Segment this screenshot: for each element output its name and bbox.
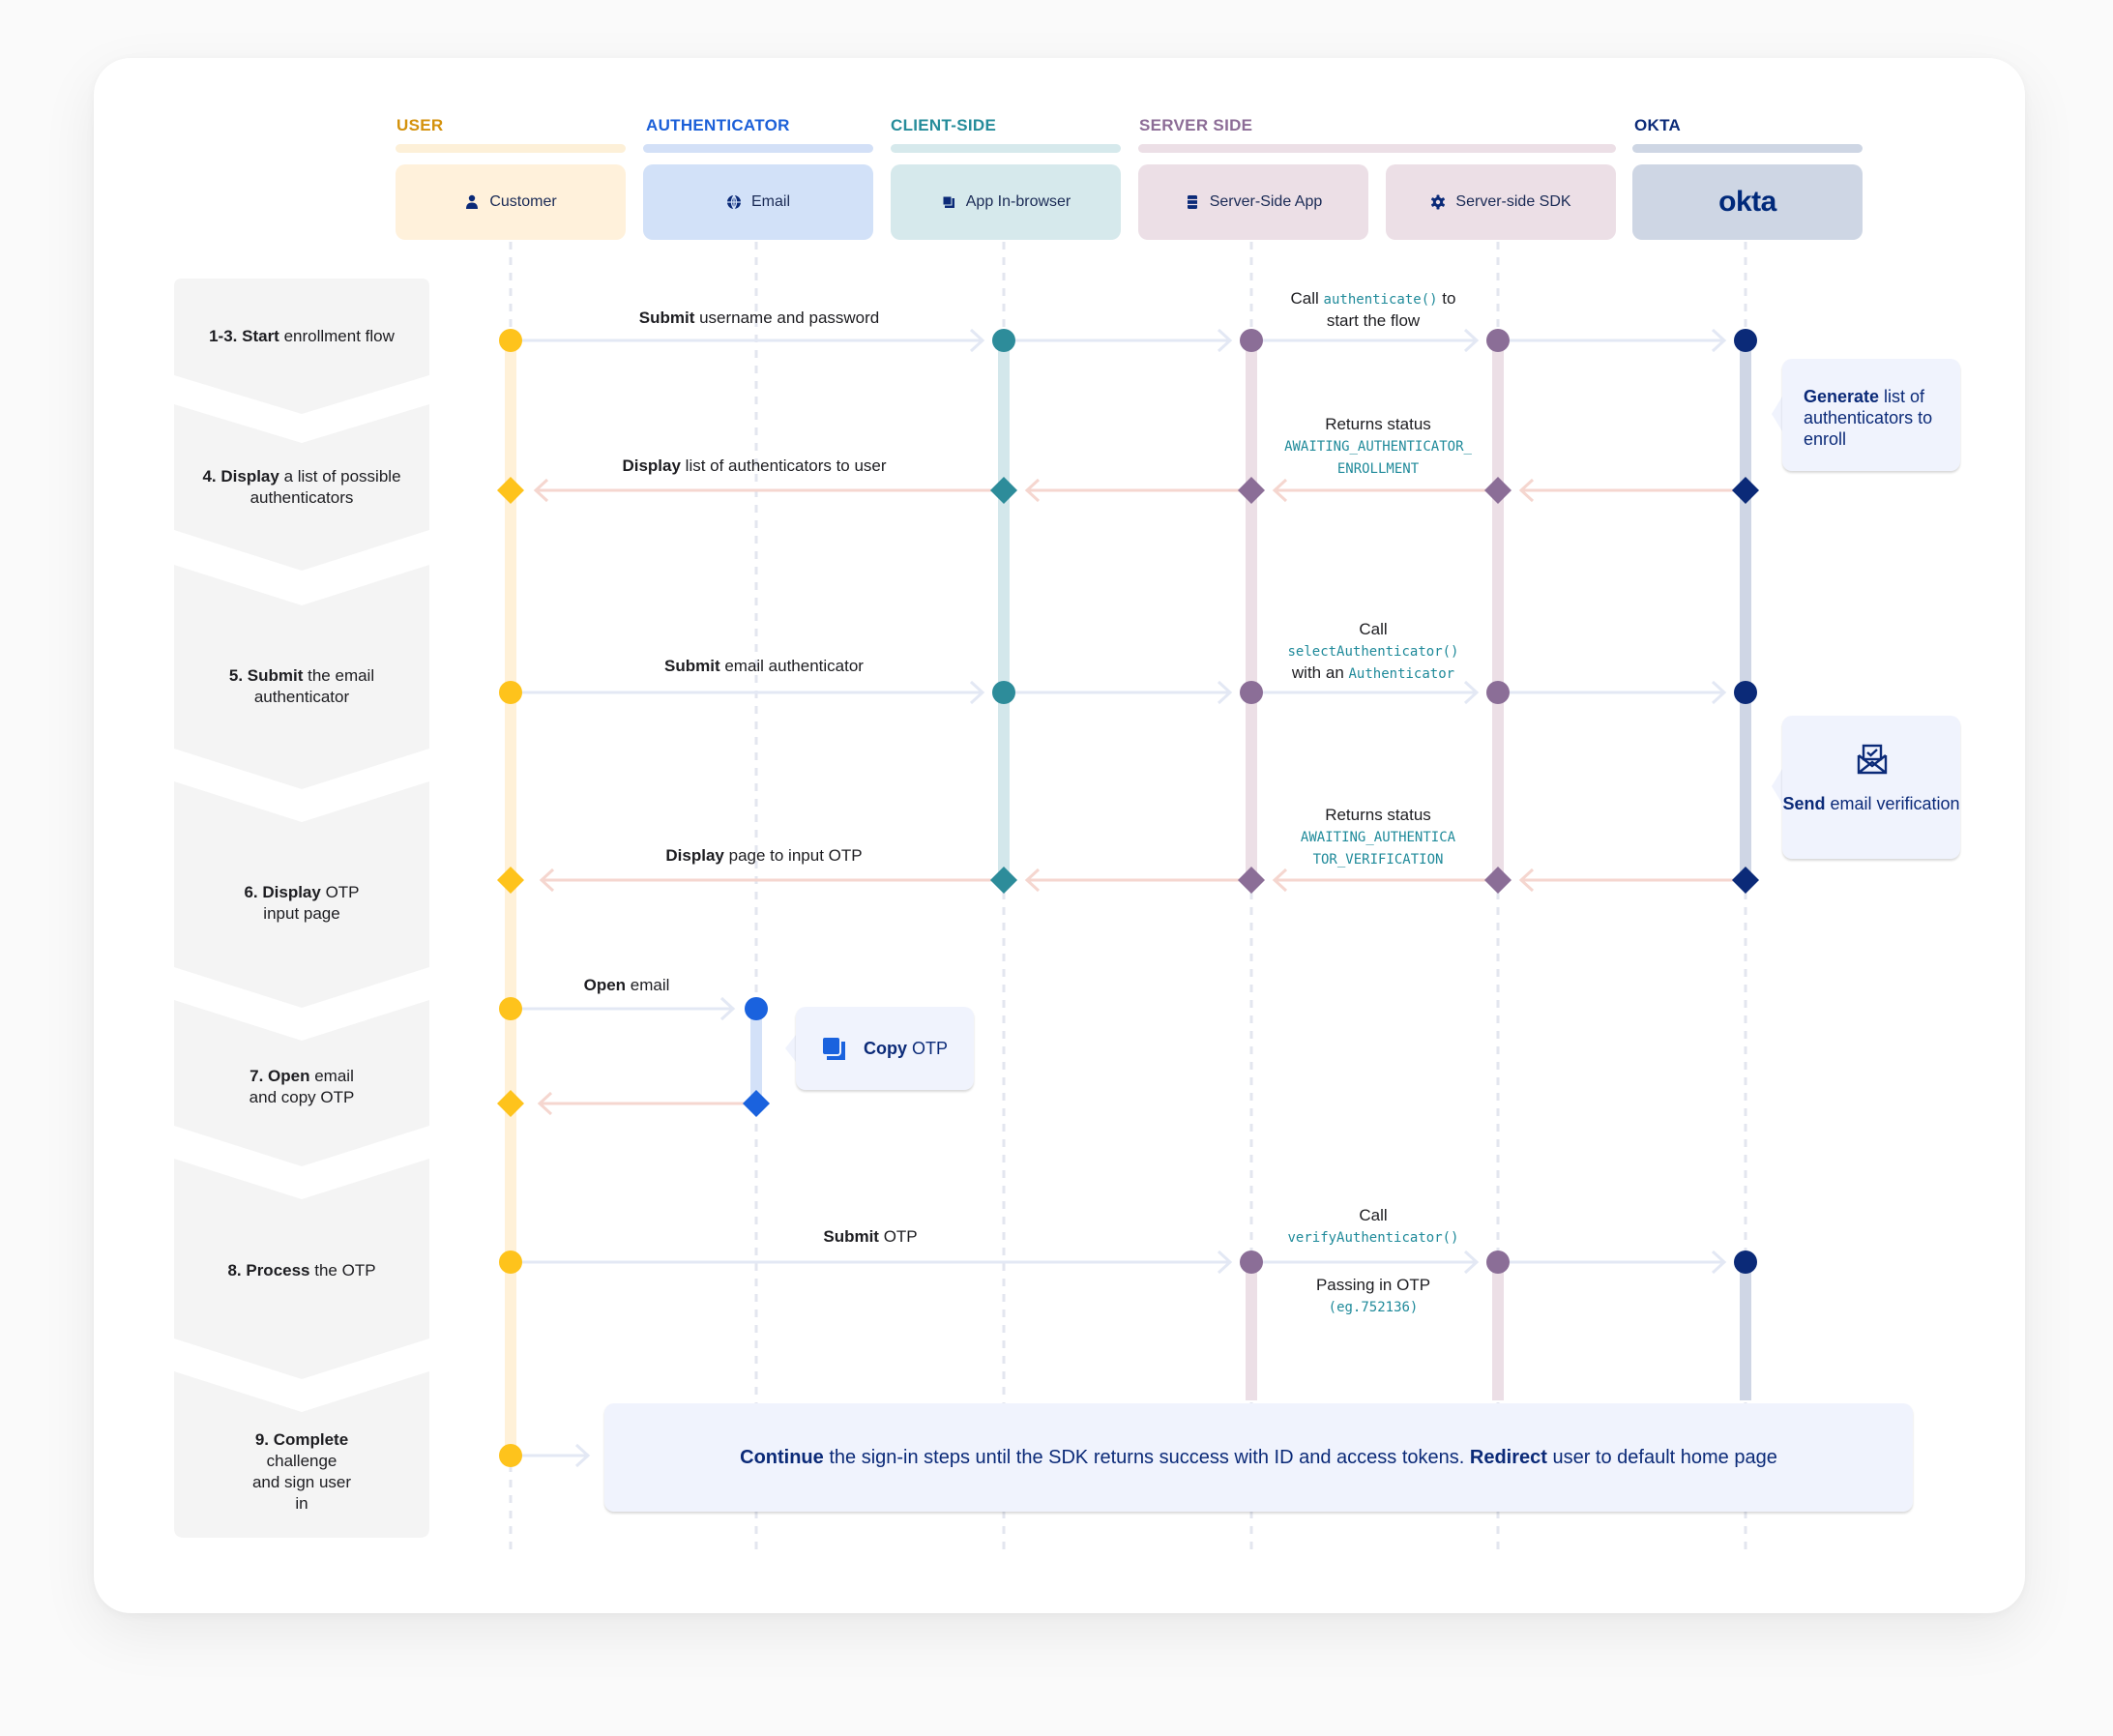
node-client-response	[990, 477, 1017, 504]
message-passing-otp: Passing in OTP (eg.752136)	[1315, 1276, 1431, 1315]
node-user	[499, 329, 522, 352]
note-generate-authenticators: Generate list of authenticators to enrol…	[1782, 359, 1960, 471]
node-user	[499, 681, 522, 704]
node-authenticator-response	[743, 1090, 770, 1117]
message-call-authenticate: Call authenticate() to start the flow	[1290, 289, 1456, 330]
node-user-response	[497, 1090, 524, 1117]
message-call-select-authenticator: Call selectAuthenticator() with an Authent…	[1287, 620, 1459, 682]
node-okta-response	[1732, 867, 1759, 894]
node-server-app	[1240, 1251, 1263, 1274]
note-send-email-verification: Send email verification	[1782, 716, 1960, 859]
node-user	[499, 997, 522, 1020]
node-user-response	[497, 477, 524, 504]
node-okta	[1734, 681, 1757, 704]
node-server-sdk	[1486, 1251, 1510, 1274]
message-returns-verification: Returns status AWAITING_AUTHENTICA TOR_VER…	[1300, 806, 1456, 868]
message-submit-otp: Submit OTP	[823, 1227, 918, 1246]
note-pointer	[1772, 397, 1782, 431]
email-check-icon	[1857, 744, 1888, 775]
message-call-verify-authenticator: Call verifyAuthenticator()	[1287, 1206, 1459, 1246]
message-submit-credentials: Submit username and password	[638, 309, 880, 327]
node-server-app	[1240, 329, 1263, 352]
node-client-response	[990, 867, 1017, 894]
message-open-email: Open email	[583, 976, 670, 994]
message-returns-enrollment: Returns status AWAITING_AUTHENTICATOR_ ENR…	[1284, 415, 1472, 477]
message-display-otp-page: Display page to input OTP	[665, 846, 863, 865]
node-okta	[1734, 1251, 1757, 1274]
node-authenticator	[745, 997, 768, 1020]
copy-icon	[821, 1036, 845, 1060]
activation-bar-okta	[1740, 340, 1751, 880]
note-pointer	[785, 1035, 796, 1062]
activation-bar-authenticator	[750, 1009, 762, 1103]
note-pointer	[1772, 769, 1782, 804]
node-client	[992, 329, 1015, 352]
node-user	[499, 1444, 522, 1467]
node-user	[499, 1251, 522, 1274]
node-server-sdk-response	[1484, 477, 1511, 504]
node-server-sdk	[1486, 329, 1510, 352]
message-submit-email-authenticator: Submit email authenticator	[664, 657, 864, 675]
final-step-banner: Continue the sign-in steps until the SDK…	[604, 1403, 1913, 1512]
node-client	[992, 681, 1015, 704]
activation-bar-client	[998, 340, 1010, 880]
node-server-app-response	[1238, 477, 1265, 504]
node-okta	[1734, 329, 1757, 352]
node-server-app-response	[1238, 867, 1265, 894]
node-user-response	[497, 867, 524, 894]
note-copy-otp: Copy OTP	[796, 1007, 974, 1090]
activation-bar-user	[505, 340, 516, 1456]
message-display-authenticators: Display list of authenticators to user	[622, 456, 887, 475]
activation-bar-okta	[1740, 1262, 1751, 1400]
node-server-sdk-response	[1484, 867, 1511, 894]
node-okta-response	[1732, 477, 1759, 504]
